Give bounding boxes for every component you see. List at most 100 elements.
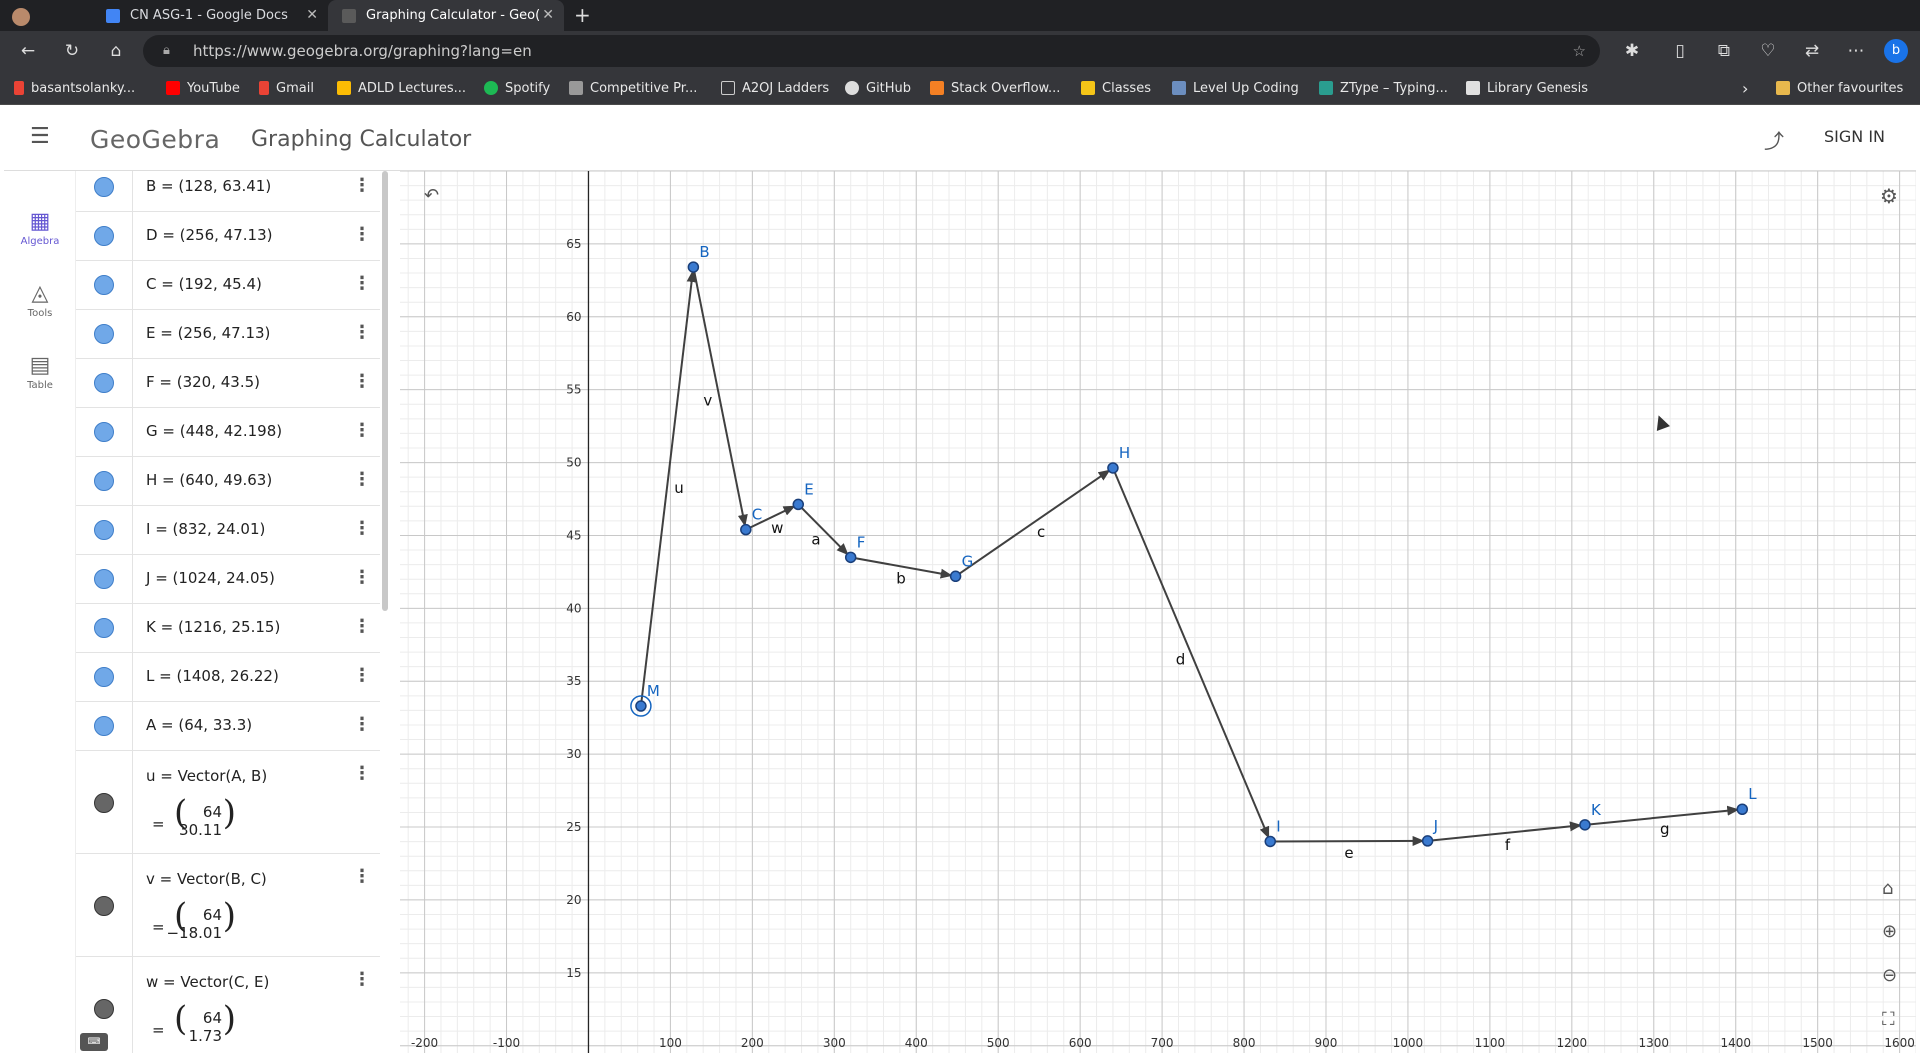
bookmark-item[interactable]: Classes bbox=[1081, 71, 1151, 105]
algebra-row[interactable]: I = (832, 24.01) ⋮ bbox=[76, 506, 380, 555]
visibility-toggle[interactable] bbox=[94, 275, 114, 295]
visibility-toggle[interactable] bbox=[94, 422, 114, 442]
point-definition[interactable]: G = (448, 42.198) bbox=[146, 422, 282, 440]
home-icon[interactable]: ⌂ bbox=[104, 39, 128, 63]
visibility-toggle[interactable] bbox=[94, 569, 114, 589]
graph-canvas[interactable]: -200 -100 100 200 300 400 500 600 700 800 900 1000 1… bbox=[400, 171, 1916, 1053]
algebra-row[interactable]: G = (448, 42.198) ⋮ bbox=[76, 408, 380, 457]
visibility-toggle[interactable] bbox=[94, 520, 114, 540]
more-options-icon[interactable]: ⋮ bbox=[353, 469, 371, 490]
fullscreen-icon[interactable]: ⛶ bbox=[1882, 1009, 1895, 1030]
algebra-scrollbar[interactable] bbox=[382, 171, 388, 611]
algebra-row[interactable]: w = Vector(C, E) = (64 1.73) ⋮ bbox=[76, 957, 380, 1053]
nav-tools[interactable]: ◬ Tools bbox=[4, 281, 76, 319]
visibility-toggle[interactable] bbox=[94, 716, 114, 736]
visibility-toggle[interactable] bbox=[94, 177, 114, 197]
more-options-icon[interactable]: ⋮ bbox=[353, 567, 371, 588]
point-definition[interactable]: B = (128, 63.41) bbox=[146, 177, 271, 195]
algebra-row[interactable]: v = Vector(B, C) =(64 −18.01) ⋮ bbox=[76, 854, 380, 957]
algebra-row[interactable]: u = Vector(A, B) = (64 30.11) ⋮ bbox=[76, 751, 380, 854]
more-options-icon[interactable]: ⋮ bbox=[353, 371, 371, 392]
bookmark-item[interactable]: Gmail bbox=[259, 71, 314, 105]
visibility-toggle[interactable] bbox=[94, 999, 114, 1019]
algebra-row[interactable]: D = (256, 47.13) ⋮ bbox=[76, 212, 380, 261]
more-options-icon[interactable]: ⋮ bbox=[353, 763, 371, 784]
bookmark-item[interactable]: ADLD Lectures... bbox=[337, 71, 466, 105]
point-definition[interactable]: J = (1024, 24.05) bbox=[146, 569, 275, 587]
more-options-icon[interactable]: ⋮ bbox=[353, 322, 371, 343]
more-options-icon[interactable]: ⋮ bbox=[353, 969, 371, 990]
sign-in-button[interactable]: SIGN IN bbox=[1824, 127, 1885, 146]
profile-avatar[interactable] bbox=[12, 8, 30, 26]
algebra-row[interactable]: L = (1408, 26.22) ⋮ bbox=[76, 653, 380, 702]
keyboard-icon[interactable]: ⌨ bbox=[80, 1033, 108, 1051]
bookmark-item[interactable]: A2OJ Ladders bbox=[721, 71, 829, 105]
point-definition[interactable]: E = (256, 47.13) bbox=[146, 324, 270, 342]
menu-icon[interactable]: ☰ bbox=[30, 124, 50, 149]
algebra-row[interactable]: C = (192, 45.4) ⋮ bbox=[76, 261, 380, 310]
undo-icon[interactable]: ↶ bbox=[424, 185, 439, 206]
point-definition[interactable]: K = (1216, 25.15) bbox=[146, 618, 280, 636]
other-favourites[interactable]: Other favourites bbox=[1776, 71, 1903, 105]
visibility-toggle[interactable] bbox=[94, 667, 114, 687]
more-options-icon[interactable]: ⋮ bbox=[353, 175, 371, 196]
close-icon[interactable]: ✕ bbox=[542, 7, 554, 23]
share-icon[interactable]: ⤴ bbox=[1764, 125, 1784, 154]
point-definition[interactable]: L = (1408, 26.22) bbox=[146, 667, 279, 685]
point-definition[interactable]: H = (640, 49.63) bbox=[146, 471, 272, 489]
profile-sync-icon[interactable]: ⇄ bbox=[1800, 39, 1824, 63]
home-view-icon[interactable]: ⌂ bbox=[1882, 878, 1893, 899]
point-definition[interactable]: C = (192, 45.4) bbox=[146, 275, 262, 293]
nav-table[interactable]: ▤ Table bbox=[4, 353, 76, 391]
favourites-icon[interactable]: ♡ bbox=[1756, 39, 1780, 63]
more-options-icon[interactable]: ⋮ bbox=[353, 273, 371, 294]
settings-icon[interactable]: ⚙ bbox=[1880, 184, 1898, 208]
point-definition[interactable]: I = (832, 24.01) bbox=[146, 520, 265, 538]
point-definition[interactable]: D = (256, 47.13) bbox=[146, 226, 272, 244]
more-options-icon[interactable]: ⋮ bbox=[353, 665, 371, 686]
vector-definition[interactable]: w = Vector(C, E) bbox=[146, 973, 269, 991]
bookmark-item[interactable]: Level Up Coding bbox=[1172, 71, 1299, 105]
more-options-icon[interactable]: ⋮ bbox=[353, 224, 371, 245]
nav-algebra[interactable]: ▦ Algebra bbox=[4, 209, 76, 247]
point-definition[interactable]: F = (320, 43.5) bbox=[146, 373, 260, 391]
bookmark-item[interactable]: Competitive Pr... bbox=[569, 71, 697, 105]
bookmark-item[interactable]: GitHub bbox=[845, 71, 911, 105]
visibility-toggle[interactable] bbox=[94, 226, 114, 246]
visibility-toggle[interactable] bbox=[94, 471, 114, 491]
split-screen-icon[interactable]: ▯ bbox=[1668, 39, 1692, 63]
visibility-toggle[interactable] bbox=[94, 618, 114, 638]
extensions-icon[interactable]: ✱ bbox=[1620, 39, 1644, 63]
star-icon[interactable]: ☆ bbox=[1573, 35, 1586, 67]
algebra-row[interactable]: J = (1024, 24.05) ⋮ bbox=[76, 555, 380, 604]
zoom-in-icon[interactable]: ⊕ bbox=[1882, 921, 1897, 942]
visibility-toggle[interactable] bbox=[94, 324, 114, 344]
back-icon[interactable]: ← bbox=[16, 39, 40, 63]
bookmark-item[interactable]: ZType – Typing... bbox=[1319, 71, 1448, 105]
bookmark-item[interactable]: Library Genesis bbox=[1466, 71, 1588, 105]
more-icon[interactable]: ⋯ bbox=[1844, 39, 1868, 63]
reload-icon[interactable]: ↻ bbox=[60, 39, 84, 63]
zoom-out-icon[interactable]: ⊖ bbox=[1882, 965, 1897, 986]
more-options-icon[interactable]: ⋮ bbox=[353, 714, 371, 735]
geogebra-logo[interactable]: GeoGebra bbox=[90, 125, 220, 154]
bookmark-item[interactable]: Stack Overflow... bbox=[930, 71, 1060, 105]
algebra-row[interactable]: B = (128, 63.41) ⋮ bbox=[76, 171, 380, 212]
algebra-row[interactable]: A = (64, 33.3) ⋮ bbox=[76, 702, 380, 751]
bing-icon[interactable]: b bbox=[1884, 39, 1908, 63]
tab-geogebra[interactable]: Graphing Calculator - Geo( ✕ bbox=[328, 0, 564, 31]
close-icon[interactable]: ✕ bbox=[306, 7, 318, 23]
more-options-icon[interactable]: ⋮ bbox=[353, 866, 371, 887]
visibility-toggle[interactable] bbox=[94, 896, 114, 916]
collections-icon[interactable]: ⧉ bbox=[1712, 39, 1736, 63]
visibility-toggle[interactable] bbox=[94, 373, 114, 393]
bookmark-item[interactable]: YouTube bbox=[166, 71, 240, 105]
graphics-view[interactable]: -200 -100 100 200 300 400 500 600 700 800 900 1000 1… bbox=[400, 171, 1916, 1053]
vector-definition[interactable]: u = Vector(A, B) bbox=[146, 767, 267, 785]
tab-google-docs[interactable]: CN ASG-1 - Google Docs ✕ bbox=[92, 0, 328, 31]
more-options-icon[interactable]: ⋮ bbox=[353, 616, 371, 637]
algebra-row[interactable]: F = (320, 43.5) ⋮ bbox=[76, 359, 380, 408]
bookmark-item[interactable]: Spotify bbox=[484, 71, 550, 105]
algebra-row[interactable]: H = (640, 49.63) ⋮ bbox=[76, 457, 380, 506]
algebra-row[interactable]: K = (1216, 25.15) ⋮ bbox=[76, 604, 380, 653]
